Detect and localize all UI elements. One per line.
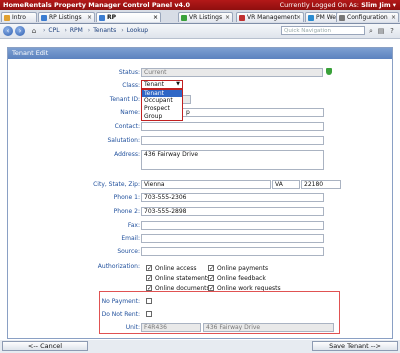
forward-button[interactable]: › [15,26,25,36]
class-label: Class: [122,82,140,89]
shield-icon [326,68,332,75]
email-field[interactable] [141,234,324,243]
class-option-prospect[interactable]: Prospect [142,105,182,112]
intro-icon [4,15,10,21]
do-not-rent-checkbox[interactable] [146,311,152,317]
vr-listings-icon [181,15,187,21]
quick-navigation-input[interactable]: Quick Navigation [281,26,365,35]
home-icon[interactable]: ⌂ [30,27,38,35]
title-bar: HomeRentals Property Manager Control Pan… [0,0,400,10]
city-field[interactable]: Vienna [141,180,271,189]
class-option-group[interactable]: Group [142,113,182,120]
fax-label: Fax: [127,222,140,229]
help-icon[interactable]: ? [388,27,396,35]
rp-management-icon [99,15,105,21]
salutation-label: Salutation: [107,137,141,144]
pm-website-icon [308,15,314,21]
status-field: Current [141,68,323,77]
source-field[interactable] [141,247,324,256]
source-label: Source: [117,248,140,255]
back-button[interactable]: ‹ [3,26,13,36]
breadcrumb-tenants[interactable]: Tenants [93,27,116,34]
zip-field[interactable]: 22180 [301,180,341,189]
no-payment-checkbox[interactable] [146,298,152,304]
vr-management-icon [239,15,245,21]
salutation-field[interactable] [141,136,324,145]
chevron-down-icon: ▼ [176,81,180,87]
navigation-bar: ‹ › ⌂ › CPL › RPM › Tenants › Lookup Quick N… [0,24,400,39]
logged-on-info[interactable]: Currently Logged On As: Slim Jim ▾ [280,0,396,10]
contact-field[interactable] [141,122,324,131]
logged-user: Slim Jim [361,1,391,9]
unit-code-field: F4R436 [141,323,201,332]
search-icon[interactable]: ⌕ [367,27,375,35]
tab-rp-listings[interactable]: RP Listings × [38,12,95,22]
phone2-field[interactable]: 703-555-2898 [141,207,324,216]
phone2-label: Phone 2: [113,208,140,215]
class-option-occupant[interactable]: Occupant [142,97,182,104]
online-payments-checkbox[interactable]: ✓ [208,265,214,272]
user-menu-chevron-icon: ▾ [392,1,396,9]
tab-vr-listings[interactable]: VR Listings × [178,12,233,22]
phone1-field[interactable]: 703-555-2306 [141,193,324,202]
tab-configuration[interactable]: Configuration × [336,12,399,22]
tab-vr-management[interactable]: VR Management × [236,12,304,22]
breadcrumb-rpm[interactable]: RPM [70,27,83,34]
breadcrumb: › CPL › RPM › Tenants › Lookup [43,27,149,34]
cancel-button[interactable]: <-- Cancel [2,341,88,351]
configuration-icon [339,15,345,21]
breadcrumb-lookup[interactable]: Lookup [127,27,148,34]
address-field[interactable]: 436 Fairway Drive [141,150,324,170]
main-tab-bar: Intro RP Listings × RP Management × VR L… [0,10,400,31]
unit-address-field: 436 Fairway Drive [203,323,334,332]
close-icon[interactable]: × [87,13,92,23]
address-label: Address: [114,151,140,158]
contact-label: Contact: [114,123,140,130]
authorization-label: Authorization: [97,263,140,270]
class-options-list: Tenant Occupant Prospect Group [141,89,183,121]
online-access-label: Online access [155,265,197,272]
city-state-zip-label: City, State, Zip: [93,181,140,188]
print-icon[interactable]: ▤ [377,27,385,35]
online-feedback-checkbox[interactable]: ✓ [208,275,214,282]
online-payments-label: Online payments [217,265,269,272]
class-select[interactable]: Tenant ▼ [141,80,183,89]
tenant-id-label: Tenant ID: [109,96,140,103]
fax-field[interactable] [141,221,324,230]
online-access-checkbox[interactable]: ✓ [146,265,152,272]
unit-label: Unit: [125,324,140,331]
no-payment-label: No Payment: [101,298,140,305]
tab-rp-management[interactable]: RP Management × [96,12,161,31]
bottom-bar: <-- Cancel Save Tenant --> [0,340,400,353]
online-feedback-label: Online feedback [217,275,266,282]
rp-listings-icon [41,15,47,21]
app-title: HomeRentals Property Manager Control Pan… [3,1,191,9]
email-label: Email: [121,235,140,242]
panel-title: Tenant Edit [8,48,392,59]
close-icon[interactable]: × [225,13,230,23]
state-field[interactable]: VA [272,180,300,189]
close-icon[interactable]: × [296,13,301,23]
tab-intro[interactable]: Intro [1,12,37,22]
close-icon[interactable]: × [153,13,158,23]
do-not-rent-label: Do Not Rent: [101,311,140,318]
online-statements-checkbox[interactable]: ✓ [146,275,152,282]
class-option-tenant[interactable]: Tenant [142,90,182,97]
close-icon[interactable]: × [391,13,396,23]
status-label: Status: [118,69,140,76]
phone1-label: Phone 1: [113,194,140,201]
save-tenant-button[interactable]: Save Tenant --> [312,341,398,351]
name-label: Name: [120,109,140,116]
breadcrumb-cpl[interactable]: CPL [48,27,59,34]
online-statements-label: Online statements [155,275,211,282]
